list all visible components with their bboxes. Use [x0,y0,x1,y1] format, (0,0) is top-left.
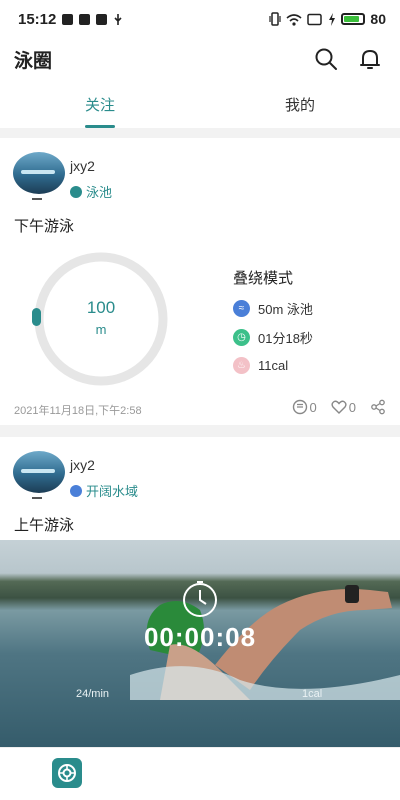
avatar[interactable] [13,152,65,194]
elapsed-time: 00:00:08 [143,622,257,652]
username[interactable]: jxy2 [70,457,95,473]
comment-count: 0 [309,399,317,415]
distance-ring: 100 m [30,248,172,390]
battery-fill [344,16,359,22]
post-card[interactable]: jxy2 开阔水域 上午游泳 00:00:08 24/min 1cal [0,437,400,747]
stat-text: 50m 泳池 [258,302,313,317]
app-bar-actions [314,47,382,71]
app-bar: 泳圈 [0,38,400,80]
status-time: 15:12 [18,10,57,28]
notification-icon [79,13,91,25]
water-drop-icon [70,484,82,497]
stat-duration: ◷ 01分18秒 [233,328,313,347]
post-title: 下午游泳 [14,218,75,235]
swim-mode: 叠绕模式 [233,270,294,287]
post-actions: 0 0 [292,399,386,415]
location-tag: 泳池 [70,182,112,201]
username[interactable]: jxy2 [70,158,95,174]
pool-icon [70,185,82,198]
cast-icon [307,13,323,25]
stat-text: 01分18秒 [258,331,313,346]
location-label: 泳池 [86,185,113,200]
bell-icon[interactable] [358,47,382,71]
heart-icon [331,400,347,414]
screen: 15:12 80 泳圈 关注 我的 jxy2 泳池 下午游泳 100 m 叠绕模… [0,0,400,800]
tab-label: 我的 [284,96,315,114]
battery-icon [341,13,366,25]
share-icon[interactable] [370,399,386,415]
status-bar: 15:12 80 [0,0,400,38]
status-left: 15:12 [18,11,123,28]
progress-ring [32,252,168,386]
flame-icon: ♨ [233,357,250,374]
comment-button[interactable]: 0 [292,399,317,415]
location-tag: 开阔水域 [70,481,138,500]
distance-value: 100 [86,298,116,317]
swim-ring-icon [58,764,76,782]
swim-ring-button[interactable] [52,758,82,788]
distance-unit: m [95,322,107,337]
charging-icon [329,12,336,26]
wifi-icon [286,13,302,26]
avatar-badge [32,198,42,200]
usb-icon [114,13,122,25]
avatar[interactable] [13,451,65,493]
stat-calories: ♨ 11cal [233,357,288,374]
stroke-rate: 24/min [76,688,110,700]
status-right: 80 [269,11,386,27]
tab-mine[interactable]: 我的 [200,80,400,128]
tab-indicator [85,125,115,128]
stat-text: 11cal [258,358,289,373]
vibrate-icon [269,12,282,26]
post-card[interactable]: jxy2 泳池 下午游泳 100 m 叠绕模式 ≈ 50m 泳池 ◷ 01分18… [0,138,400,425]
comment-icon [292,399,307,415]
tab-bar: 关注 我的 [0,80,400,128]
bottom-bar [0,747,400,800]
tab-following[interactable]: 关注 [0,80,200,128]
like-count: 0 [348,399,356,415]
search-icon[interactable] [314,47,338,71]
stat-pool: ≈ 50m 泳池 [233,299,313,318]
timer-icon: ◷ [233,329,250,346]
avatar-badge [32,497,42,499]
location-label: 开阔水域 [86,484,139,499]
post-title: 上午游泳 [14,517,75,534]
battery-percent: 80 [370,11,386,27]
like-button[interactable]: 0 [331,399,356,415]
post-timestamp: 2021年11月18日,下午2:58 [14,405,142,417]
calorie-value: 1cal [302,688,323,700]
page-title: 泳圈 [14,50,53,72]
notification-icon [96,13,108,25]
tab-label: 关注 [84,96,115,114]
stopwatch-icon [183,581,217,617]
pool-icon: ≈ [233,300,250,317]
post-photo[interactable]: 00:00:08 24/min 1cal [0,540,400,747]
notification-icon [62,13,74,25]
